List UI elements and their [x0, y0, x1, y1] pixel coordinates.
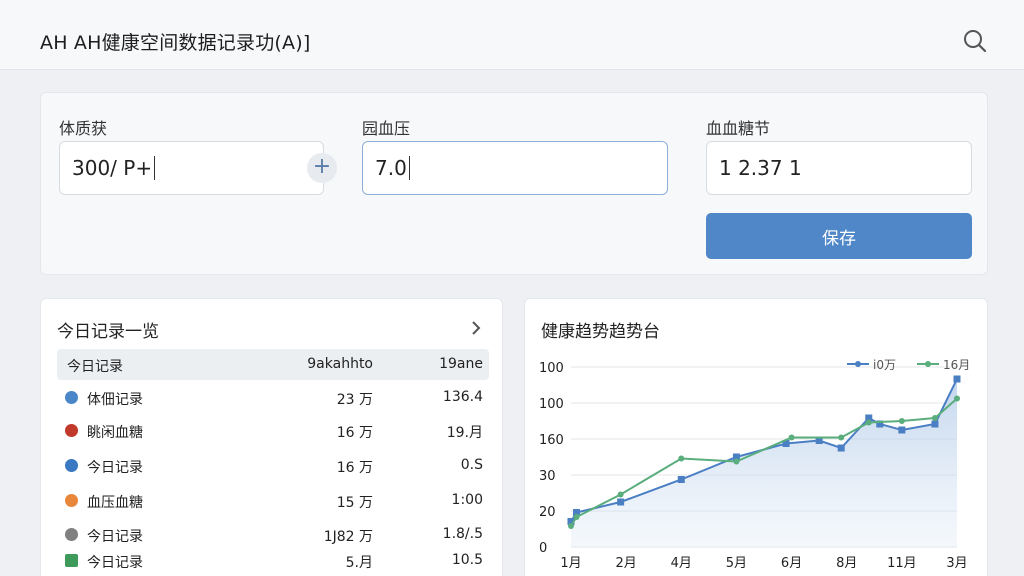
data-point: [788, 434, 795, 441]
field1-value: 300/ P+: [72, 156, 153, 180]
save-button[interactable]: 保存: [706, 213, 972, 259]
data-point: [617, 491, 624, 498]
data-point: [838, 434, 845, 441]
row-c2: 0.S: [460, 457, 483, 473]
column-header: 19ane: [439, 356, 483, 372]
row-c1: 16 万: [336, 425, 373, 441]
y-tick-label: 20: [539, 505, 556, 520]
y-tick-label: 0: [539, 541, 547, 556]
row-c2: 19.月: [446, 425, 483, 441]
row-c1: 15 万: [336, 495, 373, 511]
x-tick-label: 4月: [671, 556, 692, 571]
data-point: [931, 420, 939, 428]
text-caret: [408, 156, 410, 180]
field2-input[interactable]: 7.0: [362, 141, 668, 195]
field2-label: 园血压: [362, 119, 411, 138]
x-tick-label: 2月: [616, 556, 637, 571]
data-point: [837, 444, 845, 452]
table-row[interactable]: 今日记录 5.月 10.5: [57, 546, 489, 576]
y-tick-label: 30: [539, 469, 556, 484]
x-tick-label: 3月: [946, 556, 967, 571]
row-c1: 5.月: [345, 555, 373, 571]
app-title: AH AH健康空间数据记录功(A)]: [40, 32, 311, 54]
x-tick-label: 6月: [781, 556, 802, 571]
data-point: [733, 458, 740, 465]
trend-line-chart: 100 100 160 30 20 0 1月 2月 4月 5月 6月 8月 11月 3月 i0万 16月: [539, 358, 970, 571]
legend-label: i0万: [873, 358, 896, 372]
table-row[interactable]: 今日记录 16 万 0.S: [57, 451, 489, 481]
row-c2: 136.4: [442, 389, 483, 405]
gray-circle-icon: [65, 528, 78, 541]
series-area: [571, 379, 957, 547]
today-records-card: 今日记录一览 今日记录 9akahhto 19ane 体佃记录 23 万 136.4…: [40, 298, 503, 576]
field1-input[interactable]: 300/ P+: [59, 141, 324, 195]
column-header: 9akahhto: [307, 356, 373, 372]
row-name: 今日记录: [87, 529, 143, 545]
field3-value: 1 2.37 1: [719, 156, 802, 180]
data-point: [898, 426, 906, 434]
field1-label: 体质获: [59, 119, 108, 138]
y-tick-label: 160: [539, 433, 564, 448]
row-c2: 10.5: [451, 552, 483, 568]
row-c1: 23 万: [336, 392, 373, 408]
data-point: [953, 375, 961, 383]
add-button[interactable]: +: [307, 153, 337, 183]
row-name: 今日记录: [87, 460, 143, 476]
table-row[interactable]: 体佃记录 23 万 136.4: [57, 383, 489, 413]
data-point: [617, 498, 625, 506]
data-point: [678, 455, 685, 462]
y-tick-label: 100: [539, 361, 564, 376]
row-c2: 1.8/.5: [442, 526, 483, 542]
data-point: [573, 514, 580, 520]
legend-marker: [925, 361, 931, 367]
row-name: 血压血糖: [87, 495, 143, 511]
blue-dot-icon: [65, 391, 78, 404]
table-row[interactable]: 眺闲血糖 16 万 19.月: [57, 416, 489, 446]
orange-flame-icon: [65, 494, 78, 507]
blue-drop-icon: [65, 459, 78, 472]
x-tick-label: 1月: [560, 556, 581, 571]
data-point: [865, 419, 872, 426]
data-point: [568, 523, 574, 529]
row-c1: 1J82 万: [323, 529, 373, 545]
entry-form-card: 体质获 300/ P+ + 园血压 7.0 血血糖节 1 2.37 1 保存: [40, 92, 988, 275]
legend-label: 16月: [943, 358, 970, 372]
x-tick-label: 11月: [887, 556, 917, 571]
row-name: 体佃记录: [87, 392, 143, 408]
field3-label: 血血糖节: [706, 119, 771, 138]
data-point: [931, 415, 938, 421]
trend-chart-card: 健康趋势趋势台 100 100 160 30 20 0 1月 2月 4月 5月 6月 8月 11月 3月 i…: [524, 298, 988, 576]
top-bar: AH AH健康空间数据记录功(A)]: [0, 0, 1024, 70]
search-icon[interactable]: [962, 28, 988, 54]
chevron-right-icon[interactable]: [469, 319, 483, 337]
x-tick-label: 5月: [726, 556, 747, 571]
row-name: 眺闲血糖: [87, 425, 143, 441]
text-caret: [154, 156, 156, 180]
row-c2: 1:00: [451, 492, 483, 508]
row-c1: 16 万: [336, 460, 373, 476]
records-title: 今日记录一览: [57, 322, 159, 342]
row-name: 今日记录: [87, 555, 143, 571]
y-tick-label: 100: [539, 397, 564, 412]
legend-marker: [855, 361, 861, 367]
data-point: [898, 418, 905, 424]
table-header: 今日记录 9akahhto 19ane: [57, 349, 489, 380]
table-row[interactable]: 血压血糖 15 万 1:00: [57, 486, 489, 516]
field3-input[interactable]: 1 2.37 1: [706, 141, 972, 195]
red-apple-icon: [65, 424, 78, 437]
column-header: 今日记录: [67, 359, 123, 375]
green-square-icon: [65, 554, 78, 567]
field2-value: 7.0: [375, 156, 407, 180]
data-point: [954, 395, 960, 402]
data-point: [677, 476, 685, 483]
x-tick-label: 8月: [836, 556, 857, 571]
